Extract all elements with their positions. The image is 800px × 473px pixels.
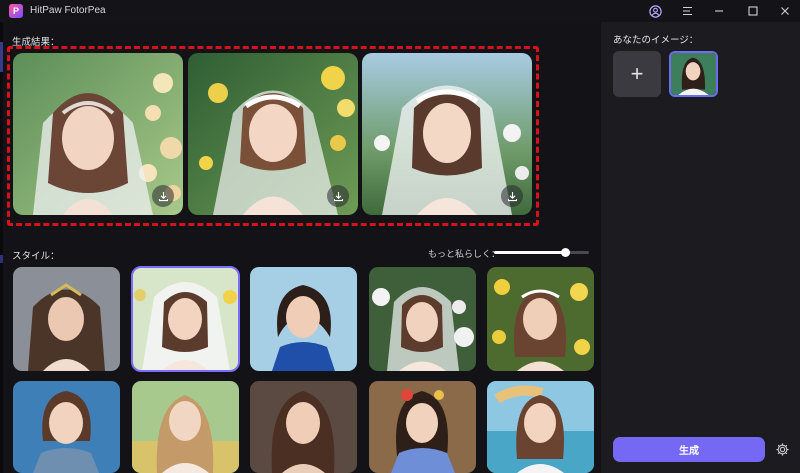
left-edge [0, 22, 3, 473]
style-option-4[interactable] [369, 267, 476, 371]
style-option-5[interactable] [487, 267, 594, 371]
plus-icon: + [630, 61, 644, 86]
strength-label: もっと私らしく： [428, 249, 501, 259]
style-option-10[interactable] [487, 381, 594, 473]
scroll-accent [0, 255, 3, 263]
close-icon[interactable] [771, 0, 799, 22]
style-option-2[interactable] [131, 266, 240, 372]
minimize-icon[interactable] [705, 0, 733, 22]
style-option-3[interactable] [250, 267, 357, 371]
strength-slider-thumb[interactable] [560, 248, 570, 257]
your-image-label: あなたのイメージ： [613, 35, 699, 46]
account-icon[interactable] [641, 0, 669, 22]
uploaded-image-thumbnail[interactable] [669, 51, 718, 97]
add-image-button[interactable]: + [613, 51, 661, 97]
results-highlight [7, 46, 539, 226]
app-logo: P [9, 4, 23, 18]
scroll-accent [0, 42, 3, 72]
maximize-icon[interactable] [739, 0, 767, 22]
app-title: HitPaw FotorPea [30, 5, 106, 16]
style-option-6[interactable] [13, 381, 120, 473]
strength-slider[interactable] [494, 248, 589, 257]
title-bar: P HitPaw FotorPea [0, 0, 800, 22]
style-option-1[interactable] [13, 267, 120, 371]
style-label: スタイル： [12, 251, 60, 262]
strength-slider-fill [494, 251, 566, 254]
generate-button[interactable]: 生成 [613, 437, 765, 462]
style-option-7[interactable] [132, 381, 239, 473]
gear-icon[interactable] [773, 440, 791, 458]
style-option-9[interactable] [369, 381, 476, 473]
menu-icon[interactable] [673, 0, 701, 22]
style-option-8[interactable] [250, 381, 357, 473]
